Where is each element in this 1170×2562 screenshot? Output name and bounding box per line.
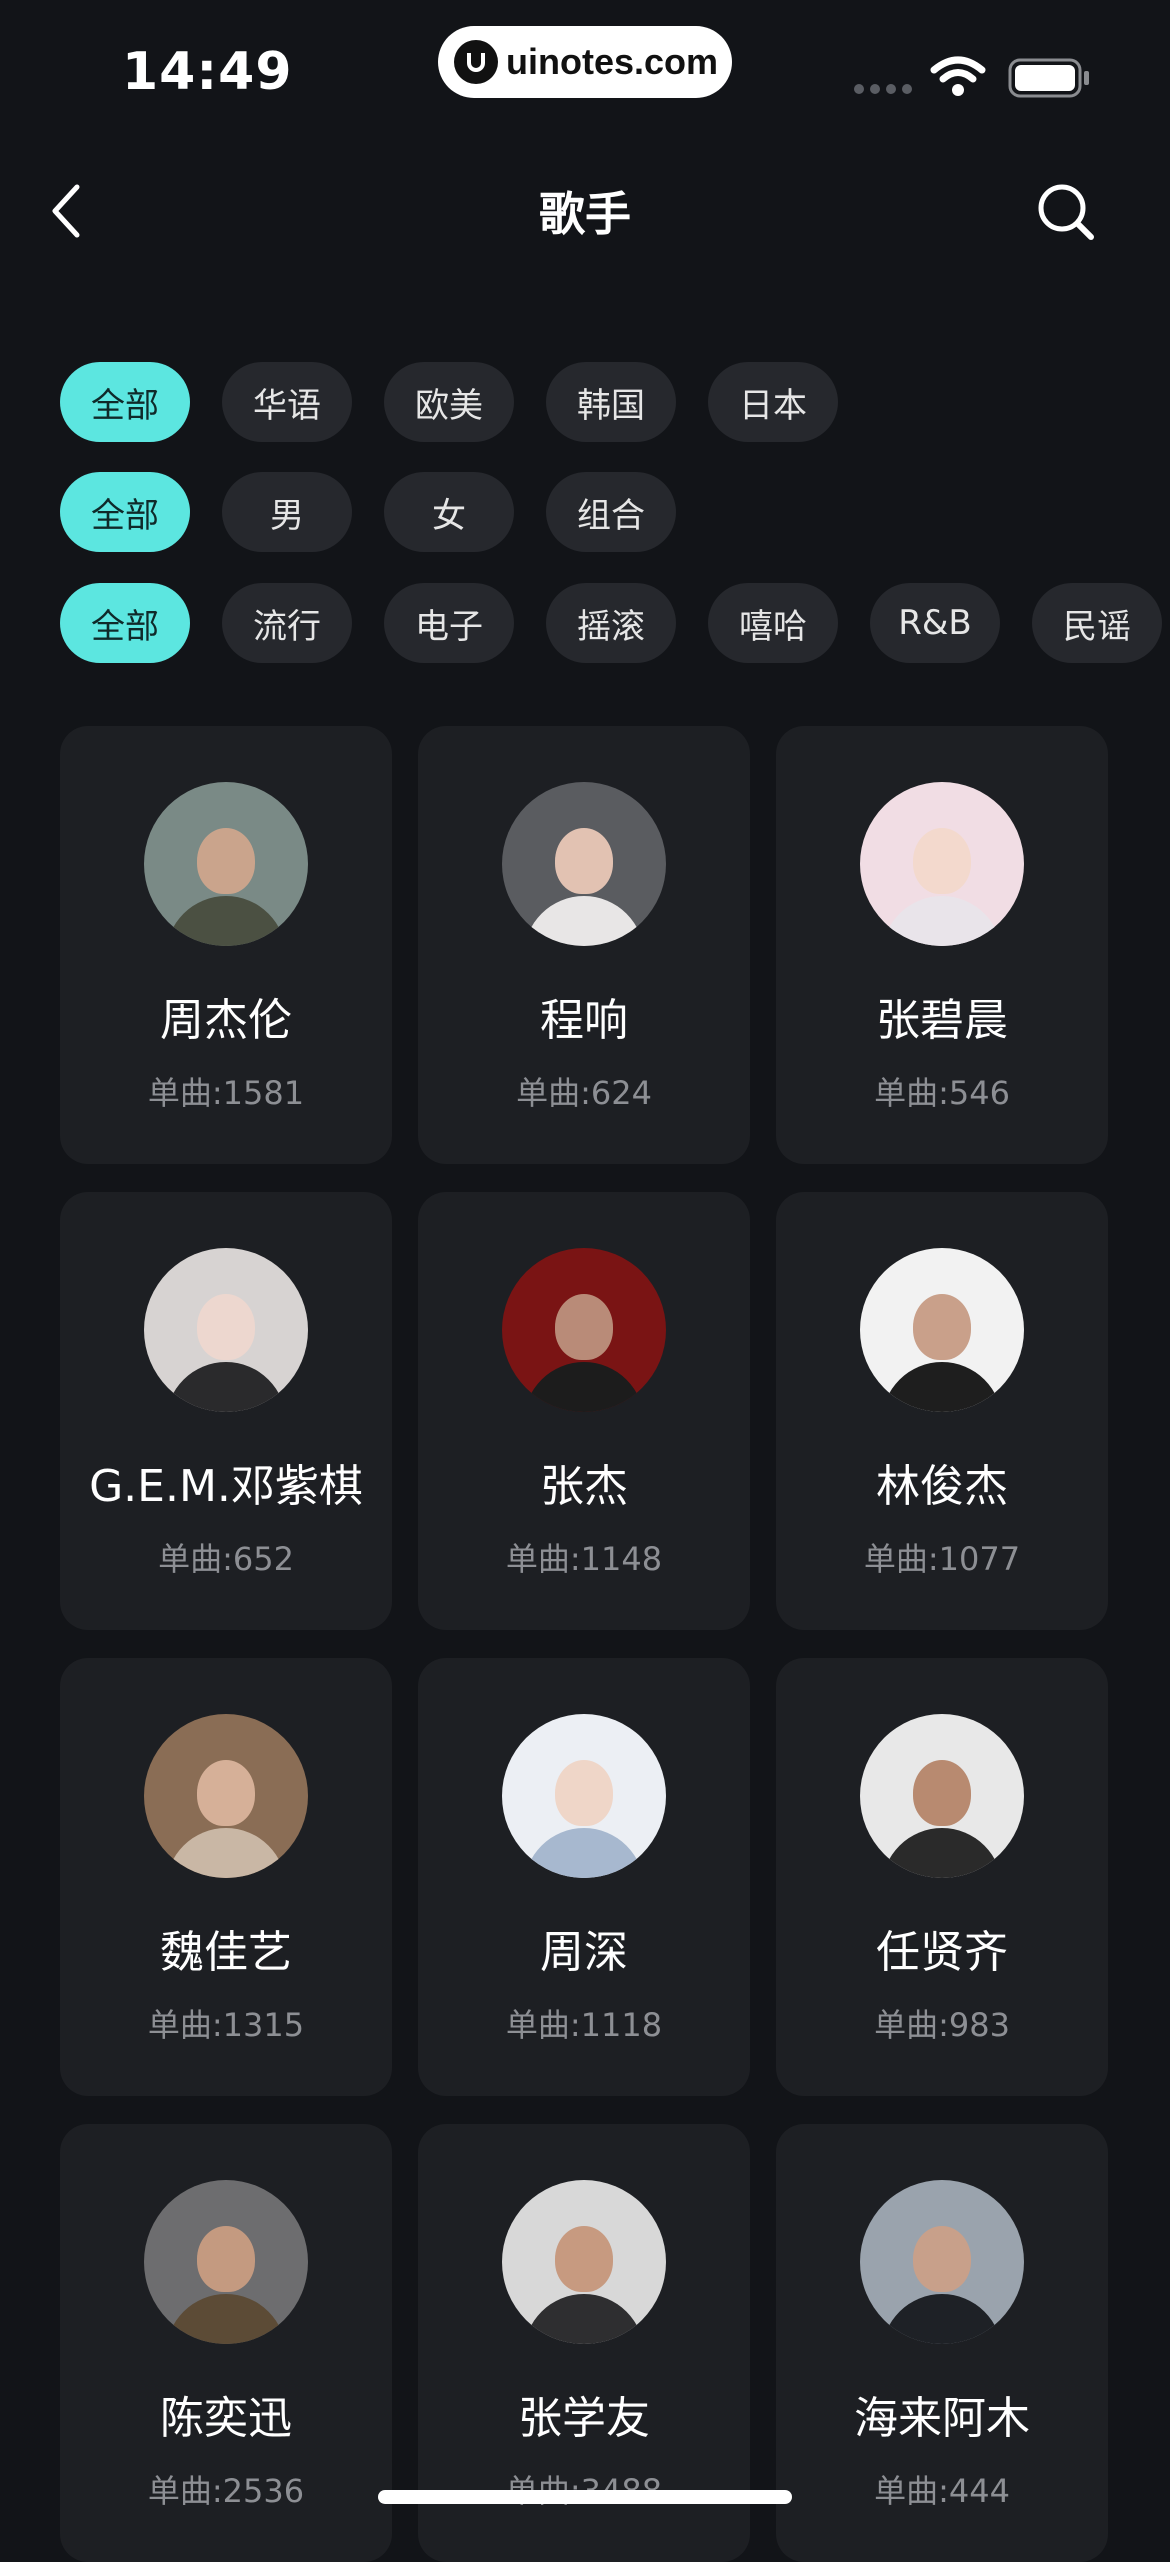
status-bar: 14:49 uinotes.com (0, 0, 1170, 130)
artist-avatar (502, 2180, 666, 2344)
artist-card[interactable]: 林俊杰单曲:1077 (776, 1192, 1108, 1630)
genre-filter-chip[interactable]: 嘻哈 (708, 583, 838, 663)
artist-name: 魏佳艺 (160, 1927, 292, 1978)
status-time: 14:49 (122, 42, 293, 102)
artist-avatar (502, 1714, 666, 1878)
artist-song-count: 单曲:1581 (147, 1074, 305, 1112)
region-filter-row: 全部 华语 欧美 韩国 日本 (60, 362, 838, 442)
artist-song-count: 单曲:3488 (506, 2466, 662, 2512)
region-filter-chip[interactable]: 欧美 (384, 362, 514, 442)
artist-name: 张杰 (540, 1461, 628, 1512)
gender-filter-chip[interactable]: 全部 (60, 472, 190, 552)
artist-song-count: 单曲:652 (158, 1540, 294, 1578)
cellular-signal-icon (854, 84, 912, 94)
artist-name: 任贤齐 (876, 1927, 1008, 1978)
artist-card[interactable]: 魏佳艺单曲:1315 (60, 1658, 392, 2096)
artist-avatar (144, 1248, 308, 1412)
artist-name: 张碧晨 (876, 995, 1008, 1046)
uinotes-logo-icon (454, 40, 498, 84)
page-title: 歌手 (539, 187, 631, 241)
watermark-badge: uinotes.com (438, 26, 732, 98)
artist-avatar (502, 782, 666, 946)
artist-name: 程响 (540, 995, 628, 1046)
artist-card[interactable]: 张碧晨单曲:546 (776, 726, 1108, 1164)
home-indicator (378, 2490, 792, 2504)
artist-song-count: 单曲:624 (516, 1074, 652, 1112)
artist-name: G.E.M.邓紫棋 (89, 1461, 363, 1512)
region-filter-chip[interactable]: 日本 (708, 362, 838, 442)
artist-song-count: 单曲:1148 (505, 1540, 663, 1578)
artist-song-count: 单曲:983 (874, 2006, 1010, 2044)
artist-avatar (144, 2180, 308, 2344)
gender-filter-row: 全部男女组合 (60, 472, 676, 552)
search-icon (1038, 184, 1094, 240)
artist-song-count: 单曲:1315 (147, 2006, 305, 2044)
artist-song-count: 单曲:2536 (147, 2472, 305, 2510)
artist-avatar (860, 2180, 1024, 2344)
artist-song-count: 单曲:1077 (863, 1540, 1021, 1578)
region-filter-chip[interactable]: 韩国 (546, 362, 676, 442)
artist-song-count: 单曲:444 (874, 2472, 1010, 2510)
genre-filter-chip[interactable]: 全部 (60, 583, 190, 663)
wifi-icon (930, 56, 986, 102)
search-button[interactable] (1026, 172, 1106, 252)
artist-card[interactable]: 周杰伦单曲:1581 (60, 726, 392, 1164)
artist-name: 海来阿木 (854, 2393, 1030, 2444)
artist-avatar (860, 1248, 1024, 1412)
artist-name: 周杰伦 (160, 995, 292, 1046)
region-filter-chip[interactable]: 华语 (222, 362, 352, 442)
artist-card[interactable]: 程响单曲:624 (418, 726, 750, 1164)
nav-bar: 歌手 (0, 160, 1170, 260)
artist-card[interactable]: 任贤齐单曲:983 (776, 1658, 1108, 2096)
battery-icon (1008, 58, 1092, 102)
artist-card[interactable]: 陈奕迅单曲:2536 (60, 2124, 392, 2562)
genre-filter-chip[interactable]: 电子 (384, 583, 514, 663)
artist-name: 周深 (540, 1927, 628, 1978)
artist-card[interactable]: 张杰单曲:1148 (418, 1192, 750, 1630)
genre-filter-chip[interactable]: R&B (870, 583, 1000, 663)
gender-filter-chip[interactable]: 男 (222, 472, 352, 552)
artist-avatar (860, 1714, 1024, 1878)
artist-avatar (502, 1248, 666, 1412)
genre-filter-chip[interactable]: 摇滚 (546, 583, 676, 663)
artist-avatar (144, 1714, 308, 1878)
artist-card[interactable]: G.E.M.邓紫棋单曲:652 (60, 1192, 392, 1630)
region-filter-chip[interactable]: 全部 (60, 362, 190, 442)
artist-song-count: 单曲:1118 (505, 2006, 663, 2044)
artist-song-count: 单曲:546 (874, 1074, 1010, 1112)
artist-grid: 周杰伦 单曲:1581 程响 单曲:624 张碧晨 单曲:546 G.E.M.邓紫棋 单曲:6… (60, 726, 1108, 2562)
artist-avatar (860, 782, 1024, 946)
artist-avatar (144, 782, 308, 946)
genre-filter-chip[interactable]: 民谣 (1032, 583, 1162, 663)
genre-filter-chip[interactable]: 流行 (222, 583, 352, 663)
artist-card[interactable]: 周深单曲:1118 (418, 1658, 750, 2096)
watermark-text: uinotes.com (506, 41, 719, 82)
genre-filter-row: 全部 流行 电子 摇滚 嘻哈 R&B 民谣 (60, 583, 1162, 663)
gender-filter-chip[interactable]: 组合 (546, 472, 676, 552)
artist-name: 林俊杰 (876, 1461, 1008, 1512)
artist-name: 陈奕迅 (160, 2393, 292, 2444)
artist-card[interactable]: 海来阿木单曲:444 (776, 2124, 1108, 2562)
gender-filter-chip[interactable]: 女 (384, 472, 514, 552)
artist-name: 张学友 (518, 2393, 650, 2444)
